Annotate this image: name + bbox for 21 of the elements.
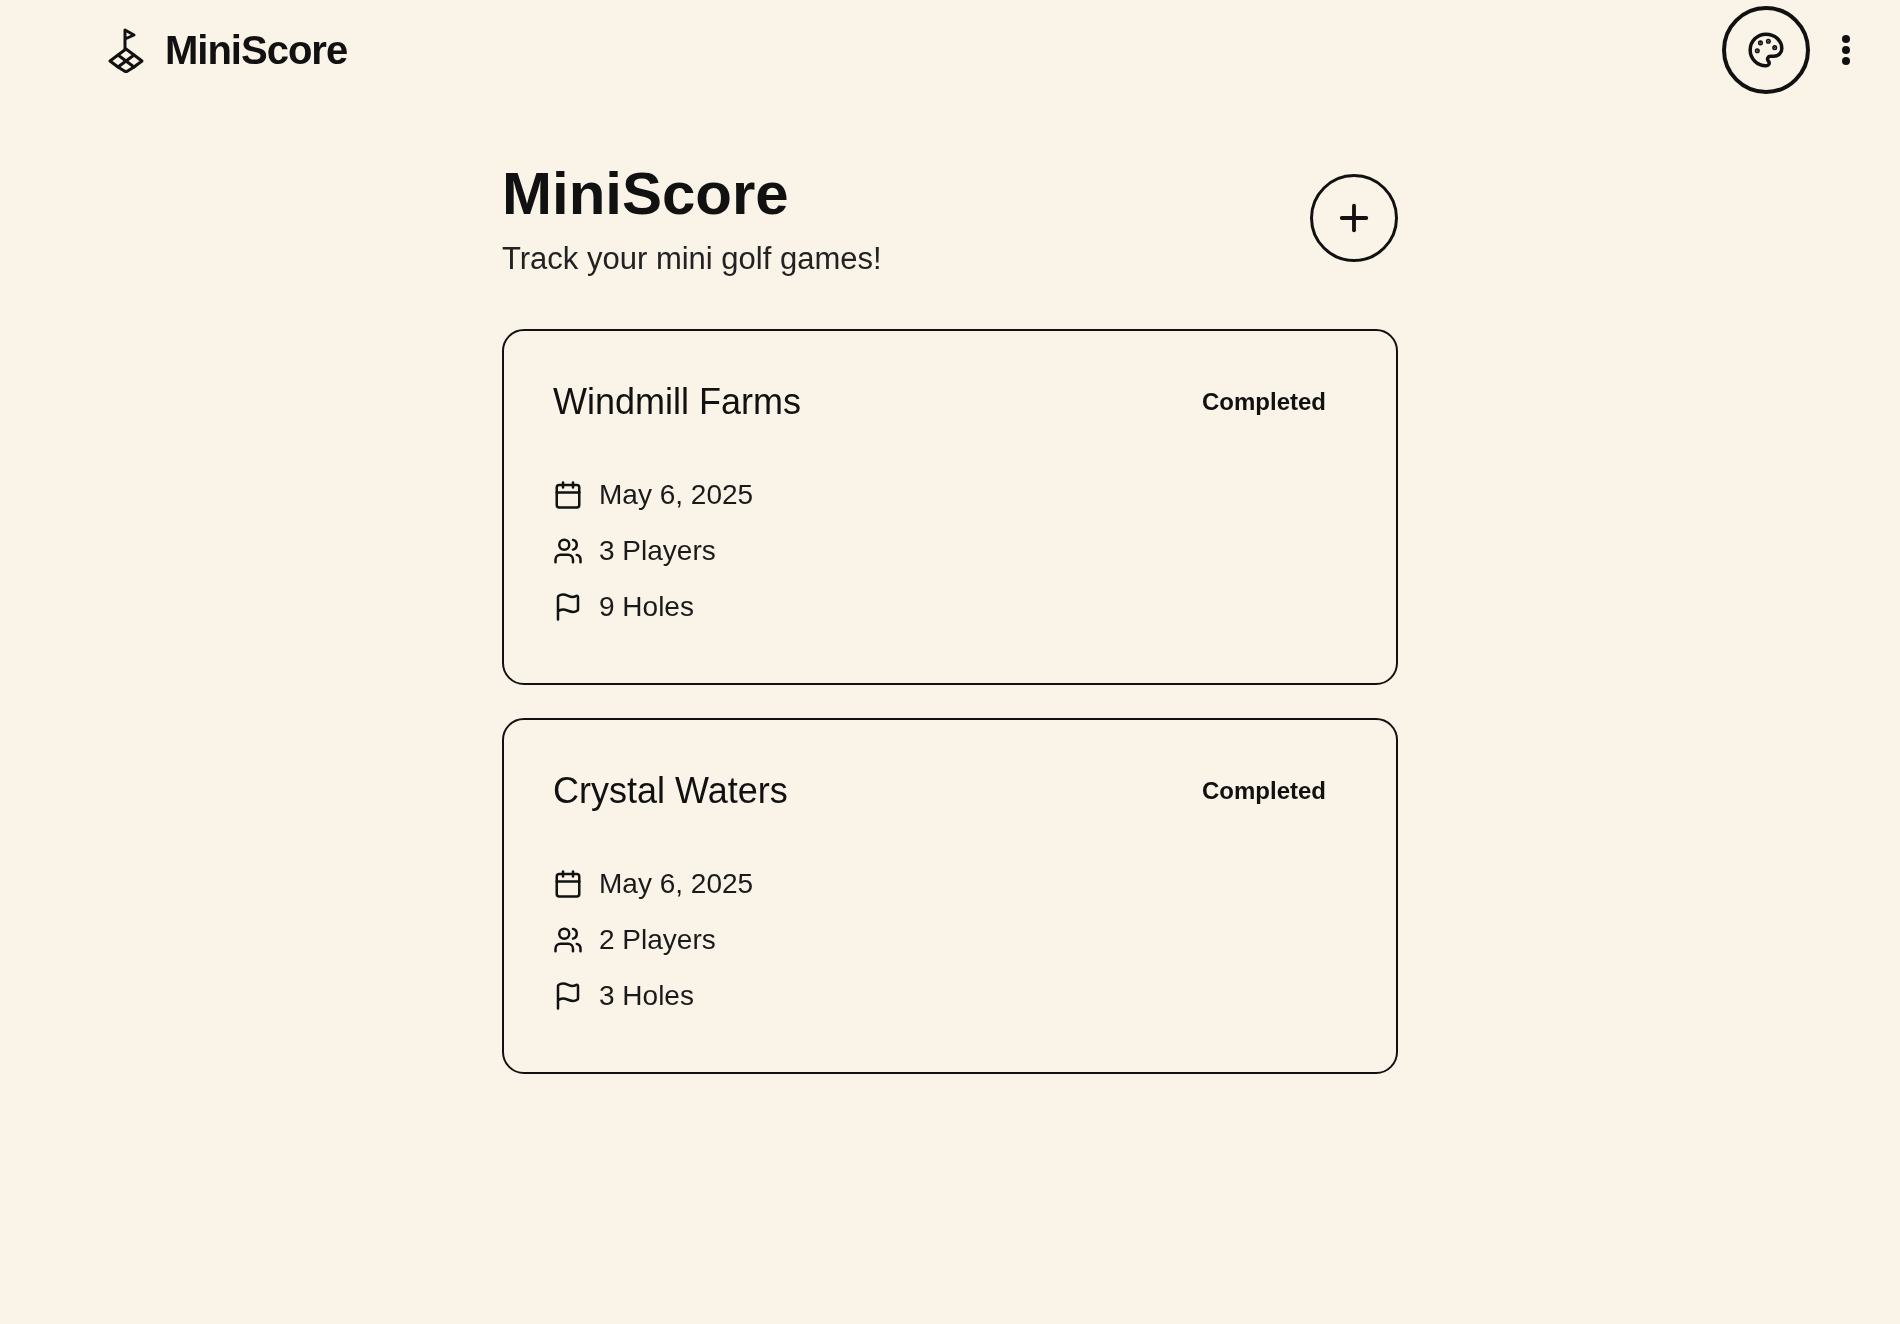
add-game-button[interactable] [1310,174,1398,262]
page-subtitle: Track your mini golf games! [502,240,882,278]
course-name: Crystal Waters [553,768,788,813]
brand-name: MiniScore [165,27,348,74]
page-title: MiniScore [502,159,790,229]
status-label: Completed [1202,775,1326,806]
game-card[interactable]: Windmill Farms Completed May 6, 2025 3 Players 9 Holes [502,328,1398,685]
game-detail: 2 Players [599,922,716,957]
calendar-icon [553,479,583,510]
game-detail: 3 Players [599,533,716,568]
game-detail: 3 Holes [599,978,694,1013]
course-name: Windmill Farms [553,379,801,424]
game-detail: May 6, 2025 [599,477,754,512]
game-card[interactable]: Crystal Waters Completed May 6, 2025 2 Players 3 Holes [502,717,1398,1074]
calendar-icon [553,868,583,899]
palette-icon [1747,31,1785,69]
game-detail: 9 Holes [599,589,694,624]
theme-button[interactable] [1722,6,1810,94]
status-label: Completed [1202,386,1326,417]
game-detail: May 6, 2025 [599,866,754,901]
more-icon [1842,35,1850,65]
